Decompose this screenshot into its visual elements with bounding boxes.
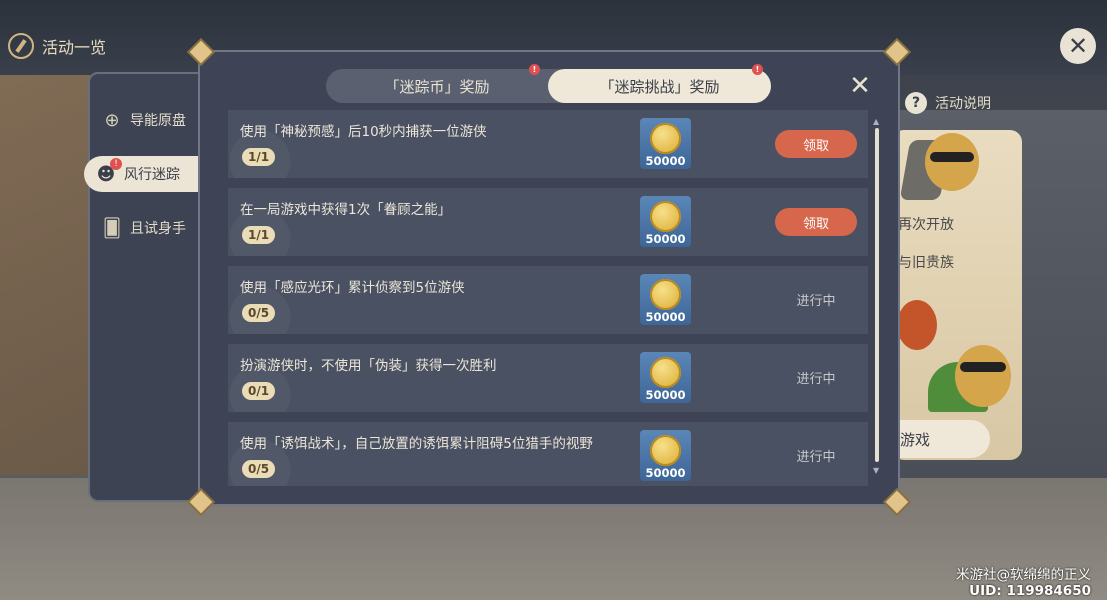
background-map	[0, 75, 90, 475]
claim-button[interactable]: 领取	[775, 130, 857, 158]
sidebar-item-label: 导能原盘	[130, 113, 186, 129]
task-status: 进行中	[796, 450, 836, 465]
reward-count: 50000	[645, 154, 686, 168]
task-progress: 1/1	[242, 226, 276, 244]
task-list: 使用「神秘预感」后10秒内捕获一位游侠 1/1 50000 领取 在一局游戏中获…	[228, 110, 868, 486]
reward-item[interactable]: 50000	[640, 196, 691, 247]
task-description: 使用「诱饵战术」，自己放置的诱饵累计阻碍5位猎手的视野	[240, 436, 593, 452]
watermark: 米游社@软绵绵的正义 UID: 119984650	[956, 567, 1091, 599]
tab-label: 「迷踪币」奖励	[384, 77, 490, 96]
reward-count: 50000	[645, 466, 686, 480]
reward-tabs: 「迷踪币」奖励 「迷踪挑战」奖励 ! !	[326, 64, 771, 103]
tab-coin-rewards[interactable]: 「迷踪币」奖励	[326, 69, 548, 103]
coin-icon	[650, 123, 681, 154]
sidebar-item-label: 风行迷踪	[124, 167, 180, 183]
start-game-button[interactable]: 游戏	[892, 420, 990, 458]
reward-item[interactable]: 50000	[640, 274, 691, 325]
page-header: 活动一览	[8, 32, 106, 60]
mask-illustration	[930, 152, 974, 162]
close-icon[interactable]: ✕	[847, 73, 873, 99]
coin-icon	[650, 279, 681, 310]
mask-illustration	[960, 362, 1006, 372]
reward-item[interactable]: 50000	[640, 430, 691, 481]
cards-icon: 🂠	[102, 217, 122, 239]
compass-target-icon: ⊕	[104, 109, 120, 131]
sidebar-item-hide-and-seek[interactable]: ☻ ! 风行迷踪	[84, 156, 202, 192]
reward-count: 50000	[645, 388, 686, 402]
task-progress: 1/1	[242, 148, 276, 166]
sidebar: ⊕ 导能原盘 ☻ ! 风行迷踪 🂠 且试身手	[84, 72, 202, 502]
task-status: 进行中	[796, 294, 836, 309]
compass-icon	[8, 33, 34, 59]
question-icon: ?	[905, 92, 927, 114]
close-icon[interactable]: ✕	[1060, 28, 1096, 64]
task-description: 扮演游侠时，不使用「伪装」获得一次胜利	[240, 358, 497, 374]
user-uid: UID: 119984650	[969, 583, 1091, 599]
reward-count: 50000	[645, 310, 686, 324]
reward-count: 50000	[645, 232, 686, 246]
sidebar-item-label: 且试身手	[130, 221, 186, 237]
banner-text: 再次开放	[898, 217, 954, 233]
banner-text: 与旧贵族	[898, 255, 954, 271]
task-status: 进行中	[796, 372, 836, 387]
task-row: 使用「感应光环」累计侦察到5位游侠 0/5 50000 进行中	[228, 266, 868, 334]
task-row: 使用「神秘预感」后10秒内捕获一位游侠 1/1 50000 领取	[228, 110, 868, 178]
task-progress: 0/5	[242, 460, 276, 478]
reward-item[interactable]: 50000	[640, 118, 691, 169]
event-info-label: 活动说明	[935, 96, 991, 112]
scroll-up-icon[interactable]: ▲	[873, 117, 879, 126]
task-description: 在一局游戏中获得1次「眷顾之能」	[240, 202, 452, 218]
coin-icon	[650, 201, 681, 232]
sidebar-item-challenge[interactable]: 🂠 且试身手	[90, 210, 202, 246]
claim-button[interactable]: 领取	[775, 208, 857, 236]
cat-mascot-illustration	[955, 345, 1011, 407]
scroll-down-icon[interactable]: ▼	[873, 466, 879, 475]
task-row: 使用「诱饵战术」，自己放置的诱饵累计阻碍5位猎手的视野 0/5 50000 进行…	[228, 422, 868, 486]
tab-label: 「迷踪挑战」奖励	[599, 77, 720, 96]
decoration-illustration	[897, 300, 937, 350]
watermark-source: 米游社@软绵绵的正义	[956, 567, 1091, 583]
tab-challenge-rewards[interactable]: 「迷踪挑战」奖励	[548, 69, 771, 103]
coin-icon	[650, 357, 681, 388]
sidebar-item-navigator[interactable]: ⊕ 导能原盘	[90, 102, 202, 138]
task-progress: 0/1	[242, 382, 276, 400]
task-description: 使用「感应光环」累计侦察到5位游侠	[240, 280, 465, 296]
task-row: 扮演游侠时，不使用「伪装」获得一次胜利 0/1 50000 进行中	[228, 344, 868, 412]
page-title: 活动一览	[42, 38, 107, 57]
notification-badge: !	[752, 64, 763, 75]
notification-badge: !	[529, 64, 540, 75]
coin-icon	[650, 435, 681, 466]
event-info-link[interactable]: ? 活动说明	[905, 92, 991, 114]
task-row: 在一局游戏中获得1次「眷顾之能」 1/1 50000 领取	[228, 188, 868, 256]
reward-item[interactable]: 50000	[640, 352, 691, 403]
scrollbar-thumb[interactable]	[875, 128, 879, 462]
task-progress: 0/5	[242, 304, 276, 322]
cat-mascot-illustration	[925, 133, 979, 191]
scrollbar[interactable]	[875, 128, 879, 462]
notification-badge: !	[110, 158, 122, 170]
task-description: 使用「神秘预感」后10秒内捕获一位游侠	[240, 124, 487, 140]
